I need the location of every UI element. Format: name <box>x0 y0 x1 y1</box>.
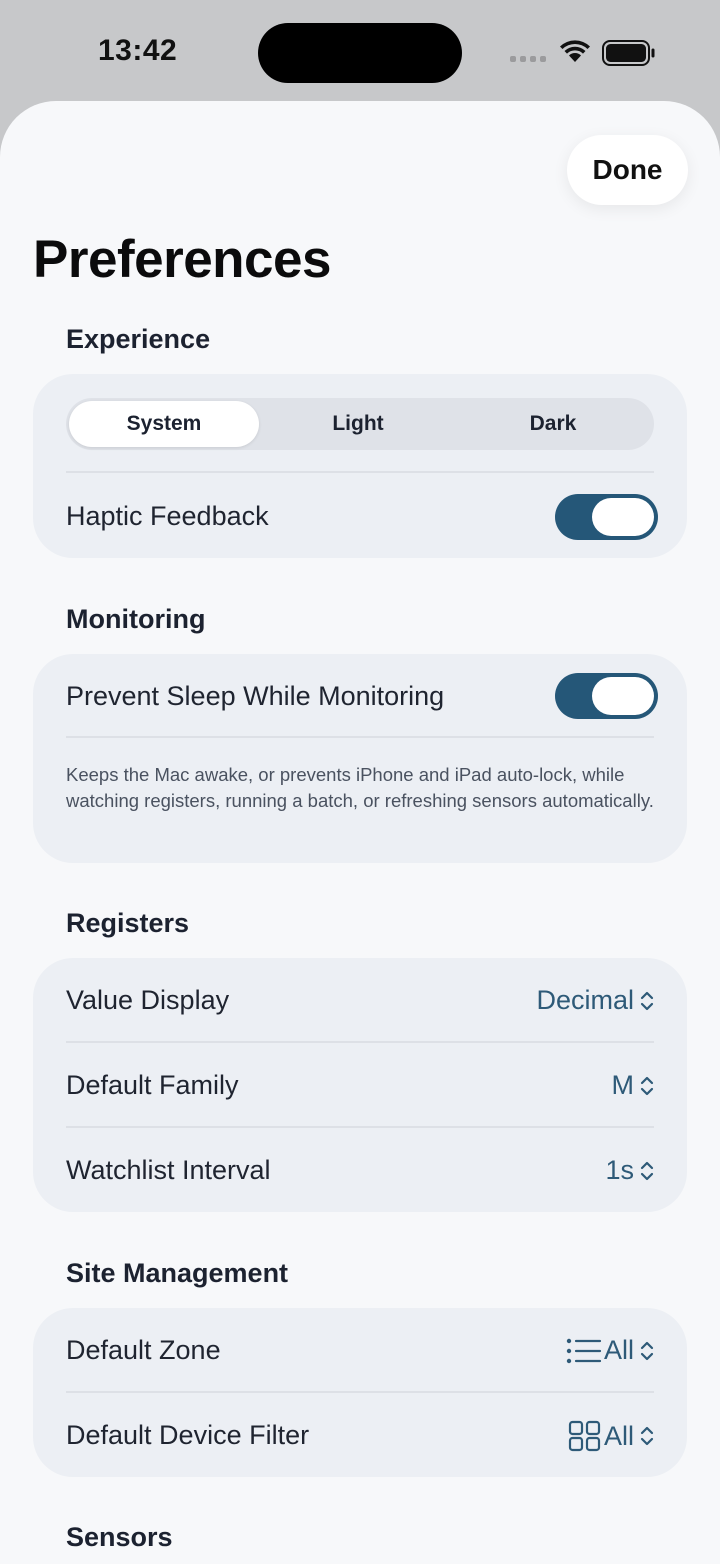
default-device-filter-label: Default Device Filter <box>66 1420 310 1450</box>
value-display-label: Value Display <box>66 985 230 1015</box>
appearance-segmented-control: System Light Dark <box>66 398 654 450</box>
section-header-registers: Registers <box>66 908 190 938</box>
watchlist-interval-label: Watchlist Interval <box>66 1155 271 1185</box>
default-device-filter-value: All <box>603 1420 634 1451</box>
dynamic-island <box>258 23 462 83</box>
page-title: Preferences <box>33 230 331 289</box>
value-display-picker[interactable]: Decimal <box>536 985 654 1016</box>
default-family-value: M <box>611 1070 635 1100</box>
watchlist-interval-picker[interactable]: 1s <box>605 1155 654 1186</box>
default-zone-label: Default Zone <box>66 1335 221 1365</box>
experience-card: System Light Dark Haptic Feedback <box>33 374 687 558</box>
haptic-feedback-label: Haptic Feedback <box>66 501 269 531</box>
default-zone-value: All <box>603 1335 634 1365</box>
value-display-value: Decimal <box>536 985 634 1015</box>
default-family-picker[interactable]: M <box>612 1070 655 1101</box>
monitoring-footnote: Keeps the Mac awake, or prevents iPhone … <box>66 764 654 811</box>
section-header-sensors: Sensors <box>66 1522 173 1552</box>
chevron-up-down-icon <box>640 1341 654 1360</box>
divider <box>66 1041 654 1043</box>
segment-system[interactable]: System <box>69 401 259 447</box>
segment-light[interactable]: Light <box>263 401 453 447</box>
chevron-up-down-icon <box>640 1161 654 1180</box>
cellular-signal-icon <box>510 56 546 62</box>
done-button[interactable]: Done <box>567 135 688 205</box>
battery-icon <box>602 40 655 66</box>
chevron-up-down-icon <box>640 1426 654 1446</box>
site-management-card: Default Zone All Default Device Filter A… <box>33 1308 687 1477</box>
preferences-sheet: Done Preferences Experience System Light… <box>0 101 720 1564</box>
default-family-label: Default Family <box>66 1070 239 1100</box>
segment-dark[interactable]: Dark <box>458 401 648 447</box>
watchlist-interval-value: 1s <box>605 1155 634 1185</box>
list-icon <box>566 1338 602 1363</box>
toggle-knob <box>592 677 654 715</box>
status-bar: 13:42 <box>0 0 720 100</box>
chevron-up-down-icon <box>640 1076 654 1095</box>
section-header-experience: Experience <box>66 324 211 354</box>
section-header-site-management: Site Management <box>66 1258 289 1288</box>
status-time: 13:42 <box>98 34 178 67</box>
prevent-sleep-label: Prevent Sleep While Monitoring <box>66 681 445 711</box>
wifi-icon <box>560 40 590 62</box>
registers-card: Value Display Decimal Default Family M W… <box>33 958 687 1212</box>
divider <box>66 1391 654 1393</box>
divider <box>66 1126 654 1128</box>
chevron-up-down-icon <box>640 991 654 1010</box>
prevent-sleep-toggle[interactable] <box>555 673 658 719</box>
section-header-monitoring: Monitoring <box>66 604 206 634</box>
monitoring-card: Prevent Sleep While Monitoring Keeps the… <box>33 654 687 863</box>
divider <box>66 471 654 473</box>
haptic-feedback-toggle[interactable] <box>555 494 658 540</box>
toggle-knob <box>592 498 654 536</box>
grid-icon <box>568 1420 601 1452</box>
default-zone-picker[interactable]: All <box>566 1335 654 1366</box>
default-device-filter-picker[interactable]: All <box>568 1420 654 1452</box>
divider <box>66 736 654 738</box>
